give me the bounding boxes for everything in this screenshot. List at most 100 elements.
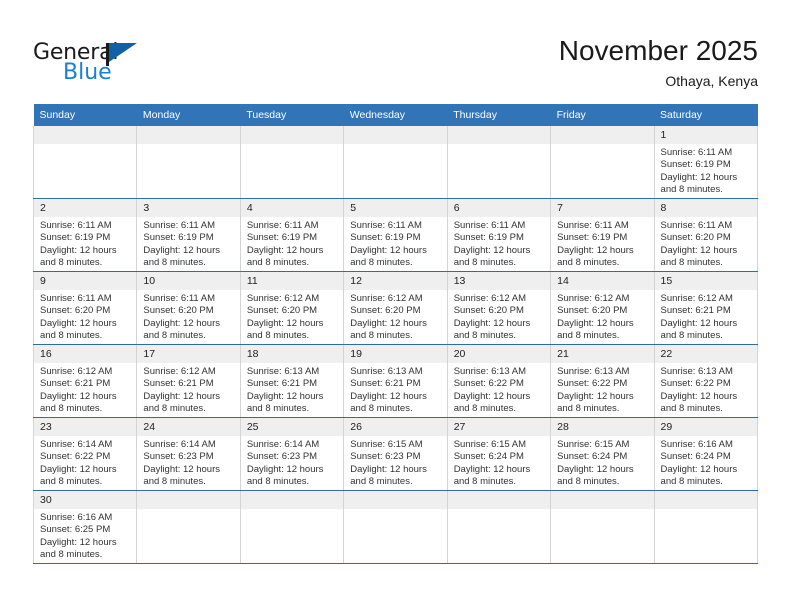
calendar-day-cell[interactable]: 19 Sunrise: 6:13 AM Sunset: 6:21 PM Dayligh… bbox=[343, 344, 448, 418]
daylight-text-line2: and 8 minutes. bbox=[246, 257, 310, 269]
day-details: Sunrise: 6:11 AM Sunset: 6:20 PM Daylight:… bbox=[137, 290, 239, 343]
day-number bbox=[447, 491, 551, 509]
sunrise-text: Sunrise: 6:16 AM bbox=[660, 439, 733, 450]
sunset-text: Sunset: 6:21 PM bbox=[40, 378, 111, 390]
calendar-day-cell[interactable]: 11 Sunrise: 6:12 AM Sunset: 6:20 PM Dayligh… bbox=[239, 271, 345, 345]
calendar-body: 1 Sunrise: 6:11 AM Sunset: 6:19 PM Daylight… bbox=[32, 126, 759, 564]
calendar-week-row: 9 Sunrise: 6:11 AM Sunset: 6:20 PM Daylight… bbox=[32, 271, 759, 345]
daylight-text-line2: and 8 minutes. bbox=[246, 476, 310, 488]
calendar-day-cell[interactable]: 1 Sunrise: 6:11 AM Sunset: 6:19 PM Daylight… bbox=[653, 126, 759, 199]
calendar-cell-inner bbox=[137, 491, 240, 563]
calendar-cell-empty bbox=[239, 490, 345, 564]
daylight-text-line1: Daylight: 12 hours bbox=[143, 317, 220, 329]
weekday-header-saturday: Saturday bbox=[654, 104, 758, 126]
calendar-day-cell[interactable]: 27 Sunrise: 6:15 AM Sunset: 6:24 PM Dayligh… bbox=[446, 417, 552, 491]
calendar-day-cell[interactable]: 29 Sunrise: 6:16 AM Sunset: 6:24 PM Dayligh… bbox=[653, 417, 759, 491]
calendar-day-cell[interactable]: 16 Sunrise: 6:12 AM Sunset: 6:21 PM Dayligh… bbox=[32, 344, 138, 418]
calendar-day-cell[interactable]: 4 Sunrise: 6:11 AM Sunset: 6:19 PM Daylight… bbox=[239, 198, 345, 272]
calendar-day-cell[interactable]: 7 Sunrise: 6:11 AM Sunset: 6:19 PM Daylight… bbox=[550, 198, 655, 272]
daylight-text-line1: Daylight: 12 hours bbox=[40, 536, 117, 548]
page-header: General Blue November 2025 Othaya, Kenya bbox=[33, 34, 758, 96]
sunrise-text: Sunrise: 6:12 AM bbox=[246, 293, 320, 304]
calendar-cell-inner: 9 Sunrise: 6:11 AM Sunset: 6:20 PM Daylight… bbox=[34, 272, 137, 344]
daylight-text-line2: and 8 minutes. bbox=[40, 330, 103, 342]
daylight-text-line2: and 8 minutes. bbox=[557, 257, 620, 269]
calendar-day-cell[interactable]: 28 Sunrise: 6:15 AM Sunset: 6:24 PM Dayligh… bbox=[550, 417, 655, 491]
day-number: 22 bbox=[654, 345, 757, 363]
daylight-text-line2: and 8 minutes. bbox=[557, 330, 620, 342]
calendar-day-cell[interactable]: 20 Sunrise: 6:13 AM Sunset: 6:22 PM Dayligh… bbox=[446, 344, 552, 418]
sunrise-text: Sunrise: 6:14 AM bbox=[40, 439, 113, 450]
page-title: November 2025 bbox=[558, 35, 758, 66]
day-details: Sunrise: 6:11 AM Sunset: 6:20 PM Daylight:… bbox=[34, 290, 136, 343]
daylight-text-line2: and 8 minutes. bbox=[350, 403, 413, 415]
sunset-text: Sunset: 6:21 PM bbox=[350, 378, 421, 390]
calendar-cell-inner: 11 Sunrise: 6:12 AM Sunset: 6:20 PM Dayligh… bbox=[240, 272, 344, 344]
calendar-day-cell[interactable]: 8 Sunrise: 6:11 AM Sunset: 6:20 PM Daylight… bbox=[653, 198, 759, 272]
day-number bbox=[551, 491, 654, 509]
day-number: 15 bbox=[654, 272, 757, 290]
day-number bbox=[344, 491, 447, 509]
daylight-text-line2: and 8 minutes. bbox=[40, 257, 103, 269]
sunrise-text: Sunrise: 6:11 AM bbox=[246, 220, 319, 231]
day-details: Sunrise: 6:16 AM Sunset: 6:25 PM Daylight:… bbox=[34, 509, 136, 562]
day-number: 24 bbox=[137, 418, 240, 436]
calendar-day-cell[interactable]: 10 Sunrise: 6:11 AM Sunset: 6:20 PM Dayligh… bbox=[136, 271, 241, 345]
sunrise-text: Sunrise: 6:15 AM bbox=[350, 439, 423, 450]
calendar-cell-inner bbox=[551, 491, 654, 563]
calendar-cell-inner: 12 Sunrise: 6:12 AM Sunset: 6:20 PM Dayligh… bbox=[344, 272, 447, 344]
calendar-day-cell[interactable]: 12 Sunrise: 6:12 AM Sunset: 6:20 PM Dayligh… bbox=[343, 271, 448, 345]
sunrise-text: Sunrise: 6:11 AM bbox=[350, 220, 422, 231]
day-number: 20 bbox=[447, 345, 551, 363]
calendar-day-cell[interactable]: 3 Sunrise: 6:11 AM Sunset: 6:19 PM Daylight… bbox=[136, 198, 241, 272]
calendar-cell-inner: 13 Sunrise: 6:12 AM Sunset: 6:20 PM Dayligh… bbox=[447, 272, 551, 344]
calendar-day-cell[interactable]: 6 Sunrise: 6:11 AM Sunset: 6:19 PM Daylight… bbox=[446, 198, 552, 272]
sunset-text: Sunset: 6:20 PM bbox=[246, 305, 318, 317]
calendar-day-cell[interactable]: 21 Sunrise: 6:13 AM Sunset: 6:22 PM Dayligh… bbox=[550, 344, 655, 418]
daylight-text-line2: and 8 minutes. bbox=[350, 476, 413, 488]
day-number: 4 bbox=[240, 199, 344, 217]
calendar-day-cell[interactable]: 22 Sunrise: 6:13 AM Sunset: 6:22 PM Dayligh… bbox=[653, 344, 759, 418]
day-details: Sunrise: 6:12 AM Sunset: 6:20 PM Daylight:… bbox=[448, 290, 550, 343]
day-details: Sunrise: 6:12 AM Sunset: 6:20 PM Daylight:… bbox=[344, 290, 446, 343]
calendar-week-row: 23 Sunrise: 6:14 AM Sunset: 6:22 PM Dayligh… bbox=[32, 417, 759, 491]
calendar-day-cell[interactable]: 30 Sunrise: 6:16 AM Sunset: 6:25 PM Dayligh… bbox=[32, 490, 138, 564]
calendar-day-cell[interactable]: 25 Sunrise: 6:14 AM Sunset: 6:23 PM Dayligh… bbox=[239, 417, 345, 491]
day-details: Sunrise: 6:11 AM Sunset: 6:19 PM Daylight:… bbox=[137, 217, 239, 270]
daylight-text-line2: and 8 minutes. bbox=[40, 476, 103, 488]
calendar-cell-inner: 2 Sunrise: 6:11 AM Sunset: 6:19 PM Daylight… bbox=[34, 199, 137, 271]
brand-logo[interactable]: General Blue bbox=[33, 40, 233, 92]
sunrise-text: Sunrise: 6:13 AM bbox=[660, 366, 733, 377]
calendar-cell-inner: 6 Sunrise: 6:11 AM Sunset: 6:19 PM Daylight… bbox=[447, 199, 551, 271]
calendar-day-cell[interactable]: 23 Sunrise: 6:14 AM Sunset: 6:22 PM Dayligh… bbox=[32, 417, 138, 491]
calendar-day-cell[interactable]: 13 Sunrise: 6:12 AM Sunset: 6:20 PM Dayligh… bbox=[446, 271, 552, 345]
calendar-day-cell[interactable]: 26 Sunrise: 6:15 AM Sunset: 6:23 PM Dayligh… bbox=[343, 417, 448, 491]
calendar-cell-inner: 29 Sunrise: 6:16 AM Sunset: 6:24 PM Dayligh… bbox=[654, 418, 757, 490]
calendar-day-cell[interactable]: 5 Sunrise: 6:11 AM Sunset: 6:19 PM Daylight… bbox=[343, 198, 448, 272]
calendar-day-cell[interactable]: 14 Sunrise: 6:12 AM Sunset: 6:20 PM Dayligh… bbox=[550, 271, 655, 345]
calendar-cell-inner: 7 Sunrise: 6:11 AM Sunset: 6:19 PM Daylight… bbox=[551, 199, 654, 271]
calendar-cell-inner: 28 Sunrise: 6:15 AM Sunset: 6:24 PM Dayligh… bbox=[551, 418, 654, 490]
daylight-text-line2: and 8 minutes. bbox=[350, 257, 413, 269]
day-details: Sunrise: 6:11 AM Sunset: 6:19 PM Daylight:… bbox=[344, 217, 446, 270]
day-details: Sunrise: 6:13 AM Sunset: 6:22 PM Daylight:… bbox=[448, 363, 550, 416]
calendar-day-cell[interactable]: 17 Sunrise: 6:12 AM Sunset: 6:21 PM Dayligh… bbox=[136, 344, 241, 418]
calendar-cell-inner: 19 Sunrise: 6:13 AM Sunset: 6:21 PM Dayligh… bbox=[344, 345, 447, 417]
day-details: Sunrise: 6:14 AM Sunset: 6:23 PM Daylight:… bbox=[137, 436, 239, 489]
day-number: 2 bbox=[34, 199, 137, 217]
calendar-day-cell[interactable]: 15 Sunrise: 6:12 AM Sunset: 6:21 PM Dayligh… bbox=[653, 271, 759, 345]
calendar-day-cell[interactable]: 9 Sunrise: 6:11 AM Sunset: 6:20 PM Daylight… bbox=[32, 271, 138, 345]
sunset-text: Sunset: 6:24 PM bbox=[453, 451, 524, 463]
daylight-text-line2: and 8 minutes. bbox=[246, 330, 310, 342]
sunset-text: Sunset: 6:23 PM bbox=[143, 451, 214, 463]
calendar-day-cell[interactable]: 18 Sunrise: 6:13 AM Sunset: 6:21 PM Dayligh… bbox=[239, 344, 345, 418]
day-number: 12 bbox=[344, 272, 447, 290]
calendar-day-cell[interactable]: 24 Sunrise: 6:14 AM Sunset: 6:23 PM Dayligh… bbox=[136, 417, 241, 491]
sunset-text: Sunset: 6:20 PM bbox=[350, 305, 421, 317]
day-number: 6 bbox=[447, 199, 551, 217]
calendar-cell-inner: 20 Sunrise: 6:13 AM Sunset: 6:22 PM Dayligh… bbox=[447, 345, 551, 417]
daylight-text-line1: Daylight: 12 hours bbox=[453, 390, 531, 402]
sunset-text: Sunset: 6:20 PM bbox=[453, 305, 524, 317]
daylight-text-line1: Daylight: 12 hours bbox=[660, 390, 738, 402]
calendar-day-cell[interactable]: 2 Sunrise: 6:11 AM Sunset: 6:19 PM Daylight… bbox=[32, 198, 138, 272]
